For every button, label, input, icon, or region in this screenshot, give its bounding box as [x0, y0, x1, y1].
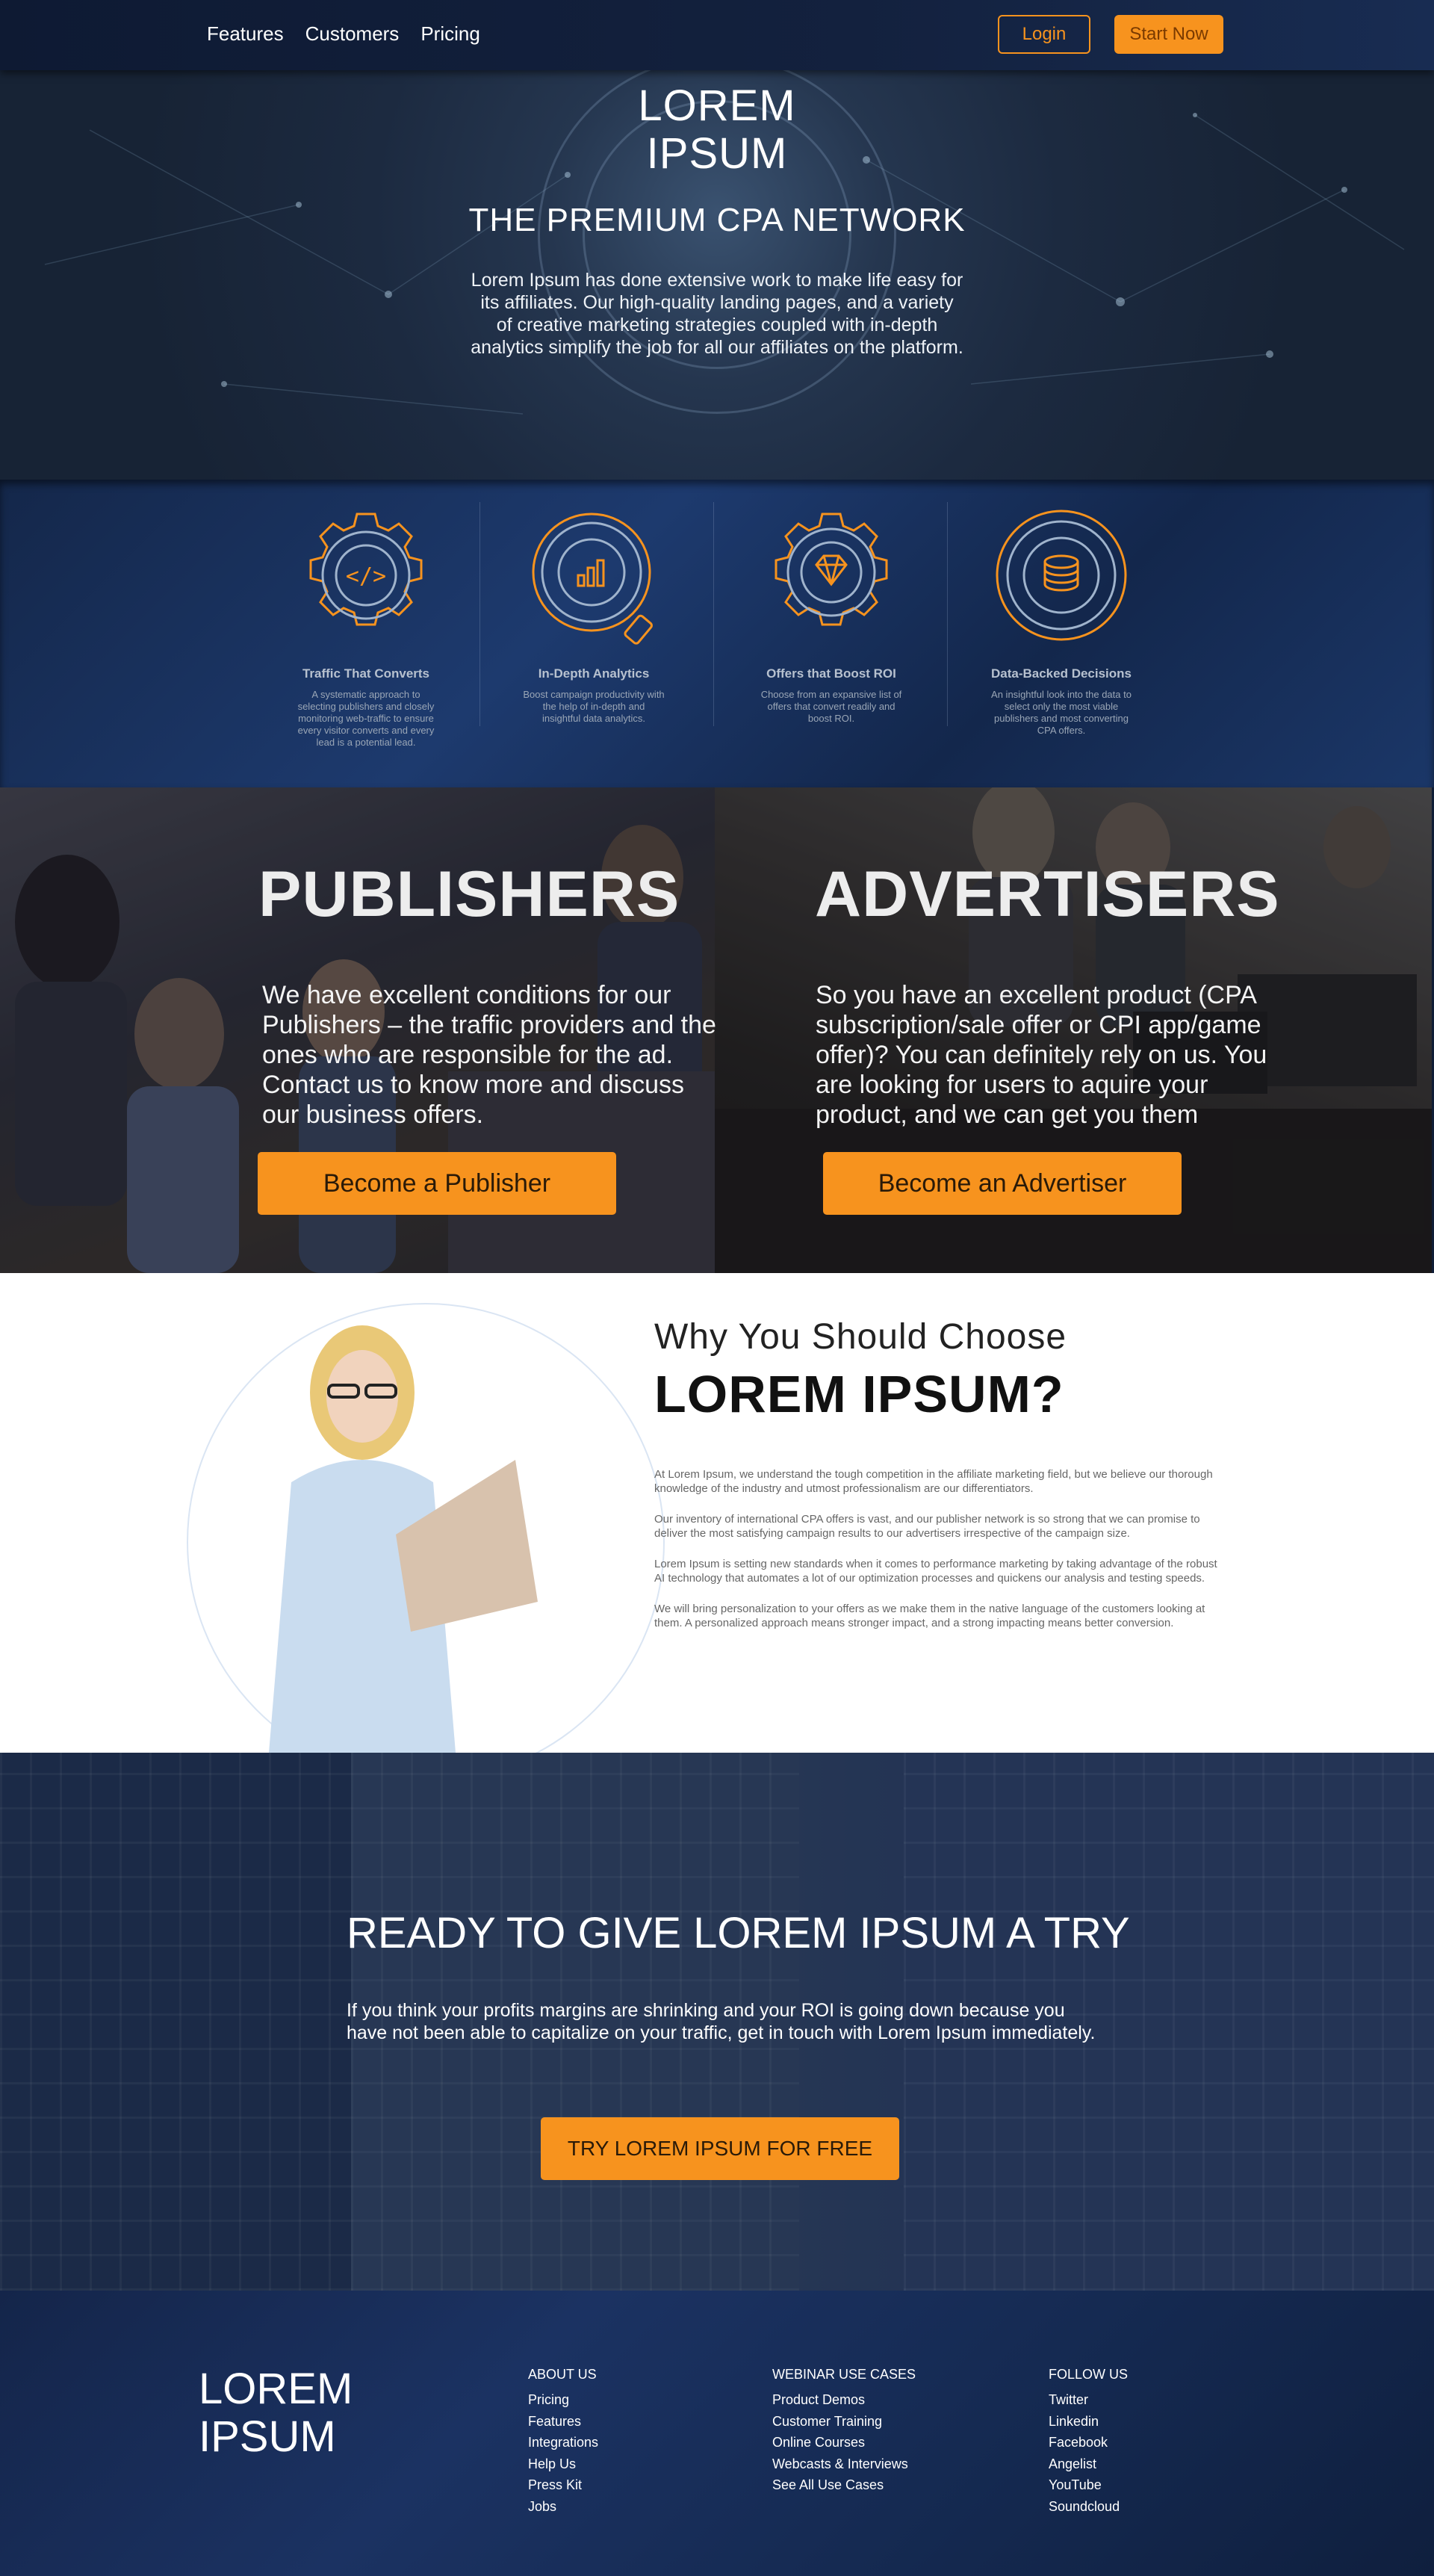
become-publisher-button[interactable]: Become a Publisher [258, 1152, 616, 1215]
nav-link-features[interactable]: Features [207, 22, 284, 46]
why-paragraph: At Lorem Ipsum, we understand the tough … [654, 1468, 1213, 1495]
feature-title: Offers that Boost ROI [766, 666, 896, 681]
why-paragraphs: At Lorem Ipsum, we understand the tough … [654, 1467, 1222, 1647]
footer-heading: ABOUT US [528, 2367, 597, 2382]
why-paragraph: We will bring personalization to your of… [654, 1603, 1205, 1629]
footer-link-help-us[interactable]: Help Us [528, 2453, 598, 2475]
feature-data: Data-Backed Decisions An insightful look… [968, 507, 1155, 737]
advertisers-panel: ADVERTISERS So you have an excellent pro… [715, 787, 1432, 1273]
become-advertiser-button[interactable]: Become an Advertiser [823, 1152, 1182, 1215]
feature-title: Traffic That Converts [302, 666, 430, 681]
footer-column-webinar: WEBINAR USE CASES Product Demos Customer… [772, 2367, 916, 2496]
nav-link-customers[interactable]: Customers [305, 22, 400, 46]
feature-analytics: In-Depth Analytics Boost campaign produc… [500, 507, 687, 725]
footer-column-about: ABOUT US Pricing Features Integrations H… [528, 2367, 598, 2517]
cta-text: If you think your profits margins are sh… [347, 2000, 1096, 2043]
divider [947, 502, 948, 726]
hero-description: Lorem Ipsum has done extensive work to m… [471, 270, 963, 358]
footer-link-twitter[interactable]: Twitter [1049, 2389, 1128, 2411]
publishers-panel: PUBLISHERS We have excellent conditions … [0, 787, 717, 1273]
top-navbar: Features Customers Pricing Login Start N… [0, 0, 1434, 70]
publishers-title: PUBLISHERS [258, 858, 680, 930]
svg-text:</>: </> [346, 563, 386, 589]
try-free-button[interactable]: TRY LOREM IPSUM FOR FREE [541, 2117, 899, 2180]
hero-tagline: THE PREMIUM CPA NETWORK [468, 202, 966, 238]
feature-traffic: </> Traffic That Converts A systematic a… [273, 507, 459, 749]
footer-link-soundcloud[interactable]: Soundcloud [1049, 2496, 1128, 2518]
features-section: </> Traffic That Converts A systematic a… [0, 480, 1434, 787]
why-title: LOREM IPSUM? [654, 1365, 1064, 1423]
why-paragraph: Lorem Ipsum is setting new standards whe… [654, 1558, 1217, 1585]
footer-logo: LOREM IPSUM [199, 2365, 353, 2461]
footer-link-integrations[interactable]: Integrations [528, 2432, 598, 2453]
hero-logo: LOREM IPSUM [638, 81, 796, 178]
diamond-gear-icon [760, 507, 902, 648]
footer-link-jobs[interactable]: Jobs [528, 2496, 598, 2518]
feature-description: A systematic approach to selecting publi… [297, 689, 435, 748]
divider [479, 502, 480, 726]
why-choose-section: Why You Should Choose LOREM IPSUM? At Lo… [0, 1273, 1434, 1753]
feature-description: Choose from an expansive list of offers … [760, 689, 902, 724]
footer-link-all-use-cases[interactable]: See All Use Cases [772, 2474, 916, 2496]
nav-link-pricing[interactable]: Pricing [420, 22, 479, 46]
hero-section: LOREM IPSUM THE PREMIUM CPA NETWORK Lore… [0, 70, 1434, 480]
code-gear-icon: </> [295, 507, 437, 648]
footer-column-follow: FOLLOW US Twitter Linkedin Facebook Ange… [1049, 2367, 1128, 2517]
why-paragraph: Our inventory of international CPA offer… [654, 1513, 1200, 1540]
feature-title: In-Depth Analytics [538, 666, 650, 681]
advertisers-text: So you have an excellent product (CPA su… [816, 981, 1267, 1129]
publishers-text: We have excellent conditions for our Pub… [262, 981, 716, 1129]
feature-description: An insightful look into the data to sele… [991, 689, 1132, 736]
cta-section: READY TO GIVE LOREM IPSUM A TRY If you t… [0, 1753, 1434, 2291]
footer-link-pricing[interactable]: Pricing [528, 2389, 598, 2411]
start-now-button[interactable]: Start Now [1114, 15, 1223, 54]
why-subtitle: Why You Should Choose [654, 1317, 1067, 1357]
feature-offers: Offers that Boost ROI Choose from an exp… [738, 507, 925, 725]
footer-link-online-courses[interactable]: Online Courses [772, 2432, 916, 2453]
footer-link-facebook[interactable]: Facebook [1049, 2432, 1128, 2453]
footer-link-youtube[interactable]: YouTube [1049, 2474, 1128, 2496]
footer-link-linkedin[interactable]: Linkedin [1049, 2411, 1128, 2433]
footer-heading: FOLLOW US [1049, 2367, 1129, 2382]
footer-link-press-kit[interactable]: Press Kit [528, 2474, 598, 2496]
feature-title: Data-Backed Decisions [990, 666, 1132, 681]
footer-link-features[interactable]: Features [528, 2411, 598, 2433]
footer-link-webcasts[interactable]: Webcasts & Interviews [772, 2453, 916, 2475]
footer-link-customer-training[interactable]: Customer Training [772, 2411, 916, 2433]
feature-description: Boost campaign productivity with the hel… [523, 689, 665, 724]
cta-title: READY TO GIVE LOREM IPSUM A TRY [347, 1909, 1130, 1957]
database-icon [990, 507, 1132, 648]
footer: LOREM IPSUM ABOUT US Pricing Features In… [0, 2291, 1434, 2576]
divider [713, 502, 714, 726]
analytics-magnifier-icon [523, 507, 665, 648]
login-button[interactable]: Login [998, 15, 1090, 54]
footer-link-product-demos[interactable]: Product Demos [772, 2389, 916, 2411]
woman-with-laptop-image [269, 1325, 538, 1753]
advertisers-title: ADVERTISERS [815, 858, 1280, 930]
footer-heading: WEBINAR USE CASES [772, 2367, 916, 2382]
footer-link-angelist[interactable]: Angelist [1049, 2453, 1128, 2475]
nav-links: Features Customers Pricing [207, 22, 480, 46]
